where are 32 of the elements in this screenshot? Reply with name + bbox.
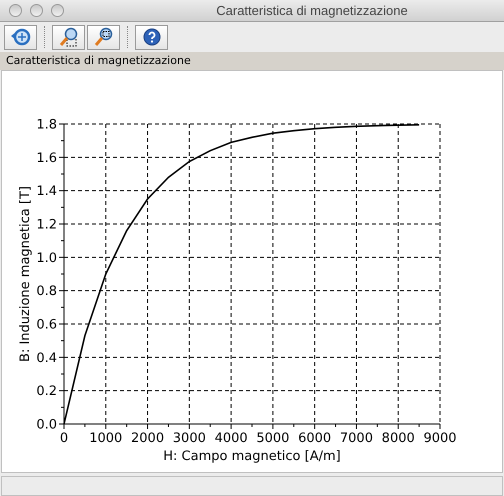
y-tick-label: 0.8: [36, 284, 57, 300]
zoom-in-icon: [58, 27, 80, 47]
x-tick-label: 6000: [298, 431, 332, 446]
x-axis-title: H: Campo magnetico [A/m]: [163, 449, 341, 464]
y-tick-label: 1.4: [36, 184, 57, 200]
x-tick-label: 5000: [256, 431, 290, 446]
x-tick-label: 2000: [131, 431, 164, 446]
x-tick-label: 7000: [340, 431, 373, 446]
y-tick-label: 1.0: [36, 250, 57, 266]
y-tick-label: 1.6: [36, 150, 57, 166]
reset-icon: [10, 27, 32, 47]
toolbar-button[interactable]: [4, 24, 37, 50]
x-tick-label: 1000: [89, 431, 122, 446]
x-tick-label: 4000: [214, 431, 248, 446]
y-axis-title: B: Induzione magnetica [T]: [18, 186, 33, 362]
x-tick-label: 3000: [172, 431, 206, 446]
toolbar-button[interactable]: [135, 24, 168, 50]
x-tick-label: 8000: [382, 431, 415, 446]
y-tick-label: 0.6: [36, 318, 57, 332]
y-tick-label: 0.0: [36, 418, 57, 432]
x-tick-label: 9000: [423, 431, 457, 446]
y-tick-label: 0.2: [36, 384, 57, 400]
x-tick-label: 0: [60, 431, 68, 446]
y-tick-label: 1.8: [36, 118, 57, 132]
toolbar-button[interactable]: [87, 24, 120, 50]
window-title: Caratteristica di magnetizzazione: [215, 2, 409, 20]
panel-title: Caratteristica di magnetizzazione: [6, 52, 191, 69]
toolbar-button[interactable]: [52, 24, 85, 50]
help-icon: [142, 28, 160, 46]
y-tick-label: 1.2: [36, 218, 57, 232]
y-tick-label: 0.4: [36, 350, 57, 366]
zoom-fit-icon: [92, 27, 114, 47]
